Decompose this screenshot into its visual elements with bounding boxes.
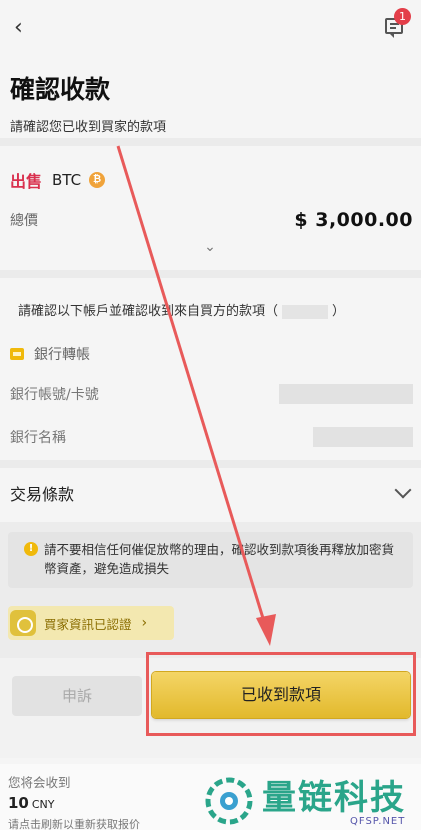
- total-price-row: 總價 $ 3,000.00: [10, 204, 413, 236]
- total-label: 總價: [10, 213, 38, 229]
- appeal-button[interactable]: 申訴: [12, 676, 142, 716]
- masked-bank-name: [313, 427, 413, 447]
- verified-label: 買家資訊已認證: [44, 616, 132, 632]
- watermark: 量链科技 QFSP.NET: [200, 768, 421, 830]
- trade-terms-label: 交易條款: [10, 485, 75, 504]
- refresh-note: 请点击刷新以重新获取报价: [8, 818, 140, 830]
- warning-icon: !: [24, 542, 38, 556]
- field-label: 銀行名稱: [10, 430, 66, 446]
- expand-chevron-icon[interactable]: ⌄: [203, 240, 217, 254]
- verified-shield-icon: [10, 610, 36, 636]
- payment-method-label: 銀行轉帳: [34, 347, 90, 363]
- payment-method: 銀行轉帳: [10, 344, 90, 364]
- bank-card-icon: [10, 348, 24, 360]
- section-divider: [0, 270, 421, 278]
- confirm-suffix: ）: [332, 304, 346, 319]
- warning-text: 請不要相信任何催促放幣的理由，確認收到款項後再釋放加密貨幣資產，避免造成損失: [44, 542, 395, 576]
- watermark-title: 量链科技: [262, 778, 406, 818]
- field-row-account: 銀行帳號/卡號: [10, 382, 413, 406]
- bitcoin-icon: ₿: [89, 172, 106, 188]
- masked-account-number: [279, 384, 413, 404]
- coin-name: BTC: [52, 171, 82, 189]
- watermark-subtitle: QFSP.NET: [350, 816, 406, 827]
- section-divider: [0, 138, 421, 146]
- notification-badge: 1: [394, 8, 411, 25]
- sell-label: 出售: [10, 172, 43, 191]
- warning-notice: ! 請不要相信任何催促放幣的理由，確認收到款項後再釋放加密貨幣資產，避免造成損失: [8, 532, 413, 588]
- receive-amount-line: 10 CNY: [8, 794, 55, 812]
- watermark-logo-icon: [205, 777, 253, 825]
- masked-buyer-name: [282, 304, 329, 319]
- chat-line: [390, 27, 396, 29]
- page-subtitle: 請確認您已收到買家的款項: [10, 120, 167, 135]
- chevron-down-icon: [394, 481, 412, 499]
- receive-amount: 10: [8, 794, 29, 812]
- buyer-verified-badge[interactable]: 買家資訊已認證 ›: [8, 606, 174, 640]
- chevron-right-icon: ›: [141, 615, 148, 631]
- action-bar: 申訴 已收到款項: [0, 652, 421, 758]
- payment-received-button[interactable]: 已收到款項: [152, 672, 410, 718]
- confirm-instruction: 請確認以下帳戶並確認收到來自買方的款項（ ）: [18, 300, 345, 319]
- page-header: 確認收款 請確認您已收到買家的款項: [10, 70, 411, 135]
- order-side-row: 出售 BTC ₿: [10, 168, 411, 192]
- receive-currency: CNY: [31, 798, 55, 811]
- field-label: 銀行帳號/卡號: [10, 387, 99, 403]
- notice-section: ! 請不要相信任何催促放幣的理由，確認收到款項後再釋放加密貨幣資產，避免造成損失…: [0, 522, 421, 658]
- total-value: $ 3,000.00: [294, 209, 413, 231]
- top-bar: ‹ 1: [0, 0, 421, 58]
- back-arrow-icon[interactable]: ‹: [14, 14, 36, 42]
- trade-terms-row[interactable]: 交易條款: [10, 479, 413, 507]
- section-divider: [0, 460, 421, 468]
- confirm-prefix: 請確認以下帳戶並確認收到來自買方的款項（: [18, 304, 279, 319]
- field-row-bank: 銀行名稱: [10, 425, 413, 449]
- receive-label: 您将会收到: [8, 775, 71, 790]
- page-title: 確認收款: [10, 75, 111, 104]
